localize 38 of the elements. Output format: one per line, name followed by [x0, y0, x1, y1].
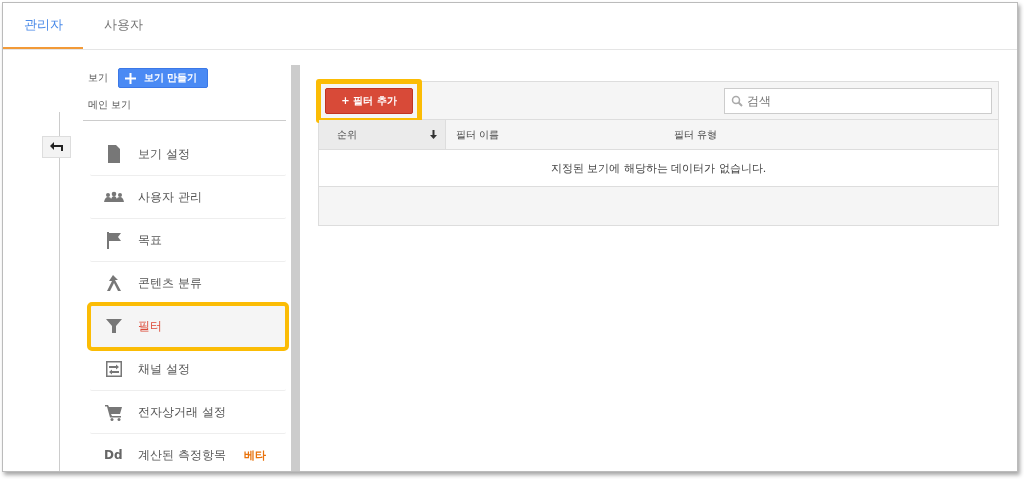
column-header[interactable]: 필터 유형 [664, 120, 726, 149]
nav-item[interactable]: 필터 [90, 305, 286, 348]
beta-label: 베타 [243, 447, 266, 463]
column-header[interactable]: 필터 이름 [446, 120, 664, 149]
flag-icon [104, 230, 124, 250]
nav-label: 사용자 관리 [138, 188, 202, 206]
back-button[interactable] [42, 136, 71, 158]
tab[interactable]: 사용자 [83, 3, 163, 49]
nav-item[interactable]: Dd 계산된 측정항목 베타 [90, 434, 286, 471]
add-filter-button[interactable]: + 필터 추가 [325, 88, 413, 114]
nav-label: 보기 설정 [138, 145, 190, 163]
column-header[interactable]: 순위 [319, 120, 446, 149]
cart-icon [104, 402, 124, 422]
plus-icon [125, 72, 136, 84]
nav-label: 콘텐츠 분류 [138, 274, 202, 292]
nav-label: 채널 설정 [138, 360, 190, 378]
nav-label: 계산된 측정항목 [138, 446, 226, 464]
dd-icon: Dd [104, 448, 124, 462]
nav-item[interactable]: 전자상거래 설정 [90, 391, 286, 434]
nav-item[interactable]: 목표 [90, 219, 286, 262]
view-name: 메인 보기 [83, 88, 286, 121]
filter-icon [104, 316, 124, 336]
merge-arrow-icon [104, 273, 124, 293]
back-arrow-icon [49, 142, 64, 152]
sort-arrow-icon [430, 130, 437, 139]
nav-item[interactable]: 보기 설정 [90, 133, 286, 176]
nav-item[interactable]: 채널 설정 [90, 348, 286, 391]
nav-label: 목표 [138, 231, 162, 249]
scrollbar[interactable] [291, 65, 300, 471]
nav-item[interactable]: 사용자 관리 [90, 176, 286, 219]
channel-icon [104, 359, 124, 379]
empty-message: 지정된 보기에 해당하는 데이터가 없습니다. [319, 150, 998, 187]
nav-label: 전자상거래 설정 [138, 403, 226, 421]
search-icon [731, 95, 743, 107]
search-field[interactable]: 검색 [724, 88, 992, 114]
tab[interactable]: 관리자 [3, 3, 83, 49]
view-label: 보기 [88, 71, 108, 85]
nav-label: 필터 [138, 317, 162, 335]
